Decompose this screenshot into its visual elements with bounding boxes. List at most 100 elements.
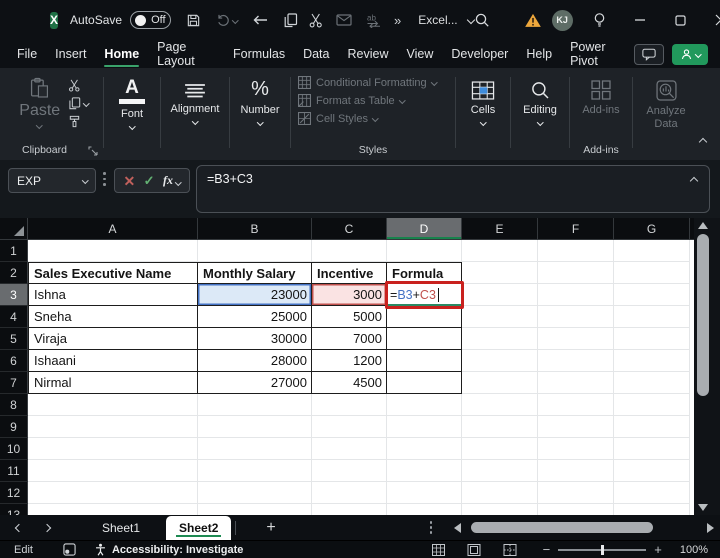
cell-a6[interactable]: Ishaani — [28, 350, 198, 372]
row-header-10[interactable]: 10 — [0, 438, 28, 460]
lightbulb-icon[interactable] — [592, 12, 607, 28]
horizontal-scrollbar-thumb[interactable] — [471, 522, 653, 533]
cell[interactable] — [387, 416, 462, 438]
analyze-data-button[interactable]: Analyze Data — [640, 78, 692, 131]
zoom-slider-thumb[interactable] — [601, 544, 605, 555]
cell-c7[interactable]: 4500 — [312, 372, 387, 394]
cell-d3-editing[interactable]: = B3 + C3 — [385, 281, 464, 309]
cell[interactable] — [614, 240, 690, 262]
horizontal-scrollbar[interactable] — [454, 522, 716, 533]
cell[interactable] — [614, 460, 690, 482]
cell[interactable] — [614, 328, 690, 350]
cell[interactable] — [614, 350, 690, 372]
formula-bar-grip[interactable] — [103, 172, 106, 186]
cell[interactable] — [198, 416, 312, 438]
cell[interactable] — [312, 240, 387, 262]
cell[interactable] — [614, 372, 690, 394]
collapse-formula-bar-icon[interactable] — [689, 176, 699, 186]
cell[interactable] — [614, 306, 690, 328]
row-header-4[interactable]: 4 — [0, 306, 28, 328]
cell[interactable] — [312, 460, 387, 482]
cell-b6[interactable]: 28000 — [198, 350, 312, 372]
cell[interactable] — [462, 372, 538, 394]
row-header-1[interactable]: 1 — [0, 240, 28, 262]
cell[interactable] — [312, 394, 387, 416]
vertical-scrollbar[interactable] — [694, 218, 720, 515]
cell[interactable] — [538, 460, 614, 482]
cell-b4[interactable]: 25000 — [198, 306, 312, 328]
tab-file[interactable]: File — [8, 40, 46, 68]
cell-a2[interactable]: Sales Executive Name — [28, 262, 198, 284]
cell[interactable] — [198, 504, 312, 515]
column-header-e[interactable]: E — [462, 218, 538, 240]
cell-d7[interactable] — [387, 372, 462, 394]
cell[interactable] — [538, 438, 614, 460]
cell[interactable] — [312, 482, 387, 504]
row-header-9[interactable]: 9 — [0, 416, 28, 438]
cell[interactable] — [538, 394, 614, 416]
zoom-level[interactable]: 100% — [680, 544, 708, 556]
autosave-toggle[interactable]: Off — [130, 11, 171, 29]
normal-view-icon[interactable] — [431, 543, 445, 556]
page-break-preview-icon[interactable] — [503, 543, 517, 556]
column-header-a[interactable]: A — [28, 218, 198, 240]
cell[interactable] — [462, 504, 538, 515]
row-header-13[interactable]: 13 — [0, 504, 28, 515]
excel-logo-icon[interactable]: X — [50, 11, 59, 29]
zoom-slider[interactable] — [558, 544, 647, 555]
row-header-12[interactable]: 12 — [0, 482, 28, 504]
cells-button[interactable]: Cells — [471, 78, 495, 126]
cell[interactable] — [387, 438, 462, 460]
sheet-tab-sheet1[interactable]: Sheet1 — [102, 521, 140, 535]
row-header-11[interactable]: 11 — [0, 460, 28, 482]
search-icon[interactable] — [474, 12, 490, 28]
cell[interactable] — [28, 240, 198, 262]
tab-view[interactable]: View — [397, 40, 442, 68]
cell-d5[interactable] — [387, 328, 462, 350]
cell[interactable] — [387, 394, 462, 416]
number-button[interactable]: % Number — [240, 78, 280, 126]
cut-icon[interactable] — [309, 13, 323, 28]
tab-insert[interactable]: Insert — [46, 40, 95, 68]
zoom-in-button[interactable]: + — [654, 543, 662, 556]
cell[interactable] — [198, 394, 312, 416]
copy-button[interactable] — [68, 97, 90, 110]
cancel-entry-button[interactable]: ✕ — [123, 174, 135, 188]
avatar[interactable]: KJ — [551, 9, 573, 31]
cell[interactable] — [462, 438, 538, 460]
cell[interactable] — [462, 460, 538, 482]
copy-icon[interactable] — [283, 12, 298, 28]
cell[interactable] — [614, 504, 690, 515]
cell[interactable] — [28, 504, 198, 515]
cell[interactable] — [28, 438, 198, 460]
row-header-7[interactable]: 7 — [0, 372, 28, 394]
cell-b7[interactable]: 27000 — [198, 372, 312, 394]
cell[interactable] — [614, 416, 690, 438]
cell[interactable] — [28, 460, 198, 482]
row-header-6[interactable]: 6 — [0, 350, 28, 372]
save-icon[interactable] — [186, 13, 201, 28]
column-header-b[interactable]: B — [198, 218, 312, 240]
sheet-tab-sheet2-active[interactable]: Sheet2 — [166, 516, 232, 540]
cell[interactable] — [312, 504, 387, 515]
cell[interactable] — [28, 394, 198, 416]
cell[interactable] — [538, 372, 614, 394]
format-painter-icon[interactable] — [68, 115, 89, 128]
column-header-f[interactable]: F — [538, 218, 614, 240]
cell[interactable] — [462, 240, 538, 262]
maximize-button[interactable] — [675, 14, 686, 26]
cell[interactable] — [387, 482, 462, 504]
cell[interactable] — [462, 350, 538, 372]
alignment-button[interactable]: Alignment — [171, 78, 219, 125]
cell[interactable] — [538, 504, 614, 515]
addins-button[interactable]: Add-ins — [582, 78, 620, 116]
tab-developer[interactable]: Developer — [442, 40, 517, 68]
cell[interactable] — [538, 482, 614, 504]
scroll-left-arrow-icon[interactable] — [454, 522, 461, 533]
cell[interactable] — [538, 306, 614, 328]
cut-icon[interactable] — [68, 79, 89, 92]
cell-d4[interactable] — [387, 306, 462, 328]
formula-input[interactable]: =B3+C3 — [196, 165, 710, 213]
paste-button[interactable]: Paste — [19, 77, 60, 129]
prev-sheet-arrow-icon[interactable] — [14, 523, 24, 532]
